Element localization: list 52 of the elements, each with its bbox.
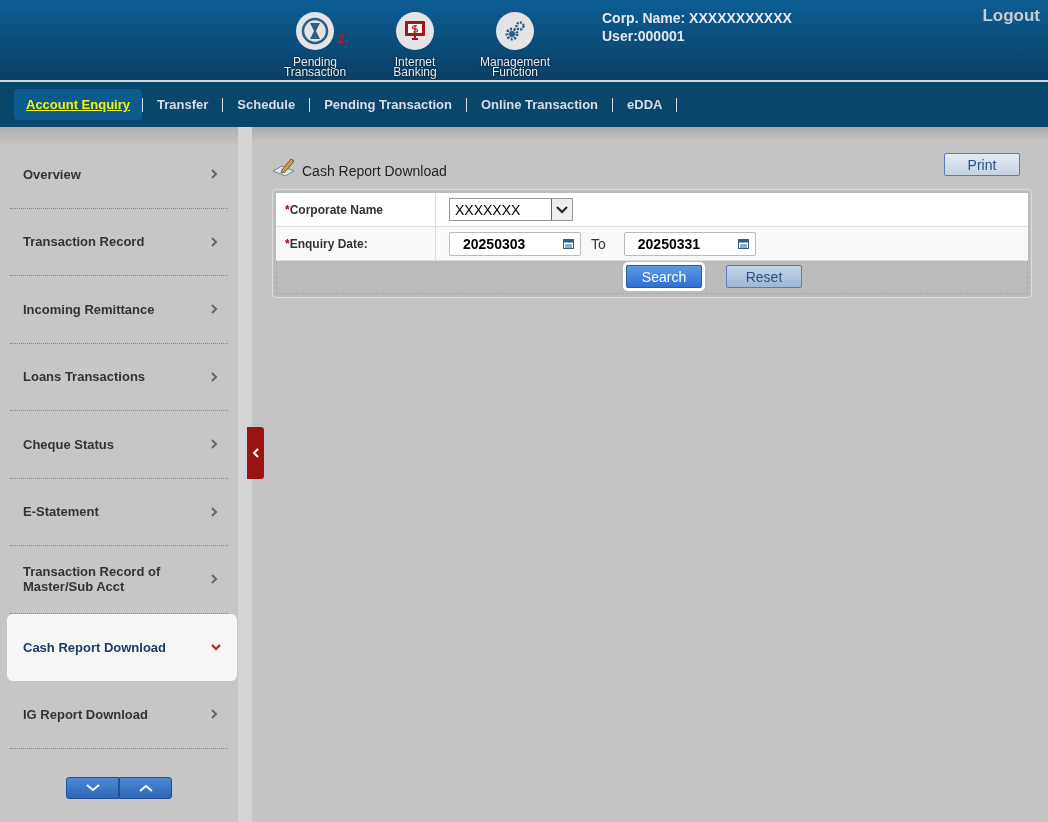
corporate-select[interactable]: XXXXXXX: [449, 198, 573, 221]
collapse-sidebar-button[interactable]: [247, 427, 264, 479]
chevron-right-icon: [211, 371, 218, 382]
sidebar-item[interactable]: IG Report Download: [10, 681, 228, 749]
reset-button[interactable]: Reset: [726, 265, 802, 288]
sidebar-item[interactable]: Cash Report Download: [7, 613, 237, 681]
scroll-up-button[interactable]: [119, 776, 172, 799]
nav-tab[interactable]: Account Enquiry: [14, 89, 142, 120]
scroll-down-button[interactable]: [66, 776, 119, 799]
sidebar-item[interactable]: Loans Transactions: [10, 343, 228, 411]
chevron-down-icon: [85, 783, 100, 792]
shortcut-label[interactable]: Pending Transaction: [278, 57, 352, 77]
gears-icon[interactable]: [495, 11, 535, 51]
nav-tab[interactable]: Pending Transaction: [309, 97, 466, 112]
sidebar-item[interactable]: E-Statement: [10, 478, 228, 546]
calendar-icon[interactable]: [737, 238, 749, 249]
sidebar-item[interactable]: Overview: [10, 141, 228, 209]
date-field[interactable]: 20250303: [449, 231, 581, 256]
shortcut-label[interactable]: Management Function: [478, 57, 552, 77]
chevron-right-icon: [211, 304, 218, 315]
corp-name: Corp. Name: XXXXXXXXXXX: [602, 10, 792, 26]
chevron-down-icon: [556, 205, 568, 214]
monitor-dollar-icon[interactable]: [395, 11, 435, 51]
nav-tab[interactable]: Transfer: [142, 97, 223, 112]
nav-tab[interactable]: Online Transaction: [466, 97, 612, 112]
date-field[interactable]: 20250331: [623, 231, 756, 256]
chevron-right-icon: [211, 439, 218, 450]
nav-tab[interactable]: Schedule: [222, 97, 310, 112]
search-button[interactable]: Search: [626, 265, 702, 288]
chevron-left-icon: [252, 448, 259, 458]
calendar-icon[interactable]: [563, 238, 574, 249]
sidebar-item[interactable]: Transaction Record of Master/Sub Acct: [10, 546, 228, 614]
notification-count: 2: [338, 32, 345, 46]
to-label: To: [591, 235, 606, 252]
chevron-down-icon: [211, 643, 221, 651]
sidebar-item[interactable]: Cheque Status: [10, 411, 228, 479]
user-id: User:000001: [602, 28, 686, 44]
sidebar-item[interactable]: Transaction Record: [10, 208, 228, 276]
chevron-right-icon: [211, 236, 218, 247]
chevron-up-icon: [138, 783, 153, 792]
field-label: *Enquiry Date:: [276, 227, 436, 260]
page-title: Cash Report Download: [302, 163, 447, 179]
sidebar-item[interactable]: Incoming Remittance: [10, 276, 228, 344]
print-button[interactable]: Print: [944, 153, 1020, 176]
chevron-right-icon: [211, 709, 218, 720]
field-label: *Corporate Name: [276, 193, 436, 226]
hourglass-icon[interactable]: [295, 11, 335, 51]
chevron-right-icon: [211, 169, 218, 180]
shortcut-label[interactable]: Internet Banking: [378, 57, 452, 77]
logout-button[interactable]: Logout: [982, 6, 1040, 26]
chevron-right-icon: [211, 574, 218, 585]
chevron-right-icon: [211, 506, 218, 517]
